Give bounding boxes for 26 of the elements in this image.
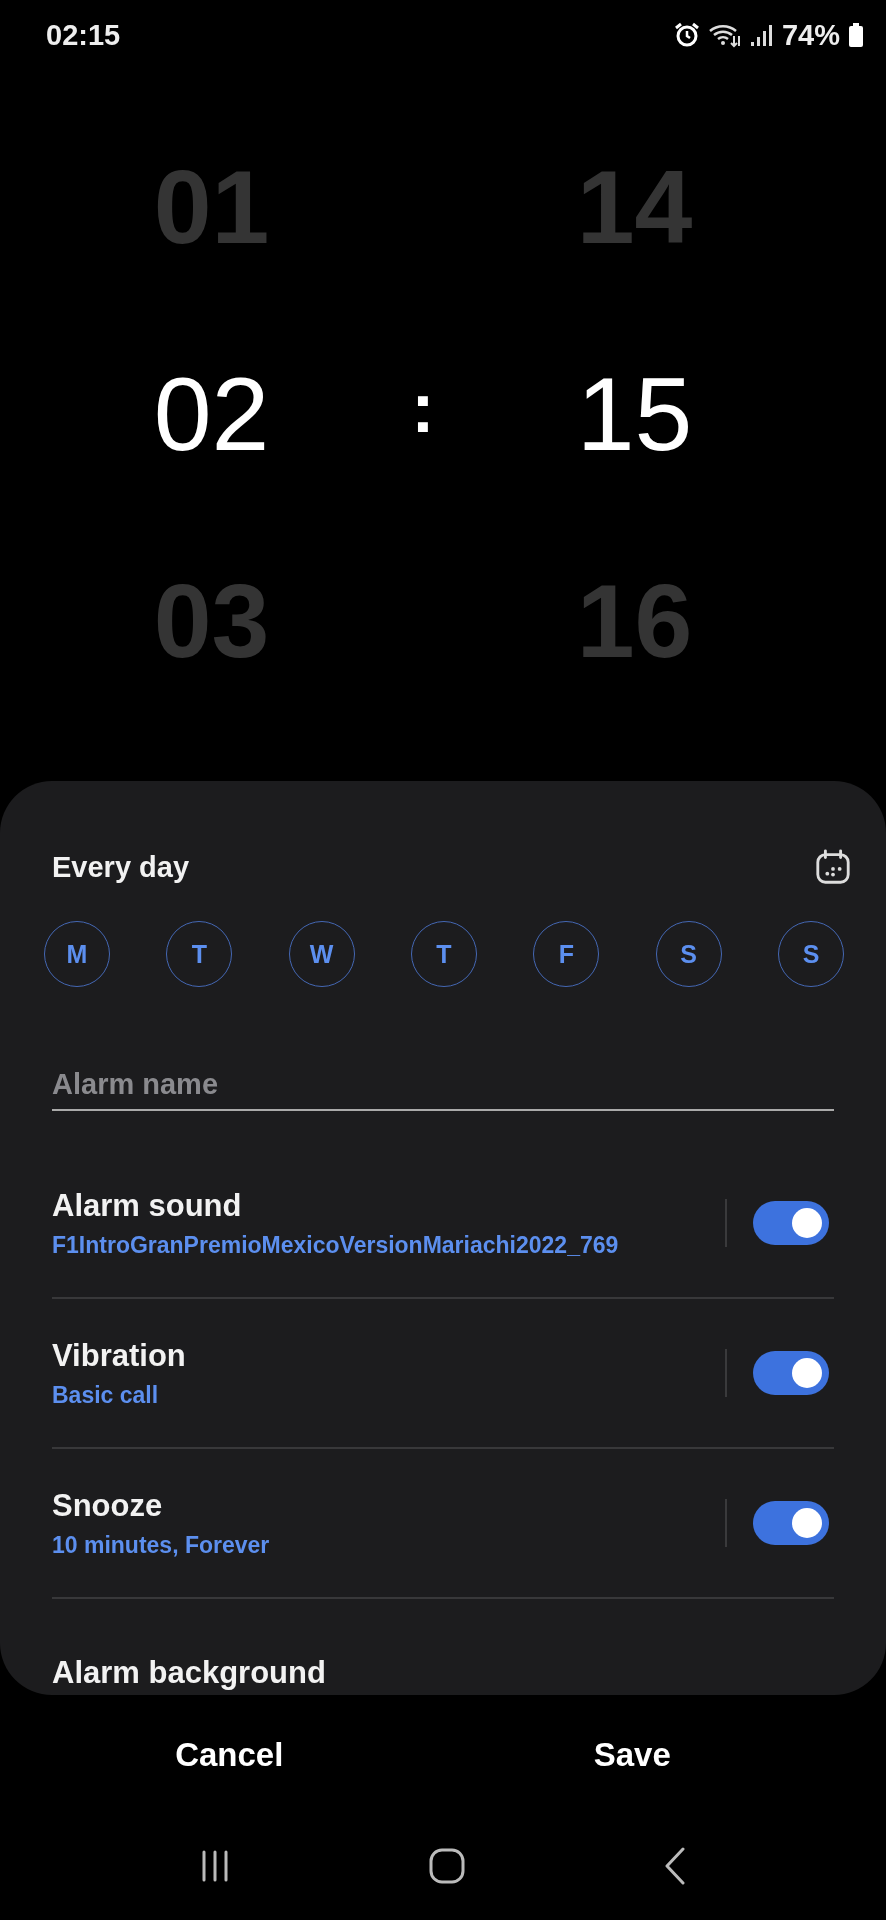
status-time: 02:15: [46, 18, 121, 52]
setting-title[interactable]: Alarm background: [52, 1655, 326, 1691]
home-icon[interactable]: [429, 1848, 465, 1884]
calendar-icon[interactable]: [814, 848, 852, 886]
setting-value[interactable]: Basic call: [52, 1381, 159, 1409]
toggle-switch[interactable]: [753, 1201, 829, 1245]
time-separator: :: [411, 368, 435, 449]
back-icon[interactable]: [664, 1847, 687, 1885]
cancel-button[interactable]: Cancel: [155, 1726, 304, 1784]
battery-icon: [848, 23, 864, 47]
save-button[interactable]: Save: [573, 1726, 691, 1784]
repeat-label: Every day: [52, 850, 190, 884]
setting-title[interactable]: Alarm sound: [52, 1187, 242, 1224]
toggle-switch[interactable]: [753, 1501, 829, 1545]
alarm-name-field[interactable]: Alarm name: [52, 1059, 834, 1111]
battery-percent: 74%: [781, 18, 840, 52]
minute-number[interactable]: 15: [576, 311, 693, 518]
setting-value[interactable]: F1IntroGranPremioMexicoVersionMariachi2022_769: [52, 1231, 619, 1259]
alarm-clock-icon: [673, 22, 700, 48]
setting-title[interactable]: Vibration: [52, 1337, 186, 1374]
setting-title[interactable]: Snooze: [52, 1487, 163, 1524]
wifi-icon: [707, 22, 742, 48]
setting-value[interactable]: 10 minutes, Forever: [52, 1531, 270, 1559]
toggle-switch[interactable]: [753, 1351, 829, 1395]
hour-number[interactable]: 02: [153, 311, 270, 518]
signal-icon: [749, 22, 774, 48]
